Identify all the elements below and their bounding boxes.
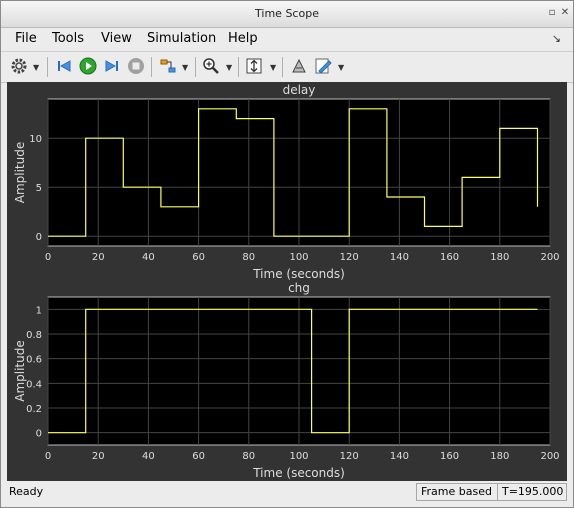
scope-svg: 0 20 40 60 80 100 120 140 160 180 2000510delayTime… (13, 83, 560, 480)
edit-style-icon[interactable] (313, 56, 333, 76)
x-tick-label: 40 (142, 451, 155, 462)
y-tick-label: 0.2 (26, 404, 42, 415)
x-tick-label: 200 (540, 451, 559, 462)
x-tick-label: 120 (340, 252, 359, 263)
y-tick-label: 1 (36, 305, 42, 316)
x-tick-label: 60 (192, 252, 205, 263)
x-tick-label: 140 (390, 451, 409, 462)
plot-title: delay (283, 83, 316, 97)
time-scope-window: Time Scope ▫ ✕ File Tools View Simulatio… (0, 0, 574, 508)
step-back-icon[interactable] (54, 56, 74, 76)
y-tick-label: 0.8 (26, 330, 42, 341)
x-tick-label: 180 (490, 252, 509, 263)
menu-bar: File Tools View Simulation Help ↘ (1, 28, 573, 50)
status-bar: Ready Frame based T=195.000 (1, 481, 573, 505)
x-tick-label: 20 (92, 451, 105, 462)
y-axis-label: Amplitude (13, 340, 27, 402)
menu-tools[interactable]: Tools (52, 31, 84, 46)
gear-dropdown-icon[interactable]: ▼ (33, 63, 39, 72)
plot-title: chg (288, 281, 310, 295)
menu-view[interactable]: View (101, 31, 132, 46)
undock-icon[interactable]: ↘ (552, 32, 561, 45)
x-tick-label: 160 (440, 252, 459, 263)
x-tick-label: 20 (92, 252, 105, 263)
x-tick-label: 120 (340, 451, 359, 462)
gear-icon[interactable] (9, 56, 29, 76)
run-icon[interactable] (78, 56, 98, 76)
menu-simulation[interactable]: Simulation (147, 31, 216, 46)
toolbar-separator (282, 57, 283, 77)
x-tick-label: 80 (242, 451, 255, 462)
title-bar: Time Scope ▫ ✕ (1, 1, 573, 28)
x-tick-label: 100 (289, 451, 308, 462)
x-tick-label: 100 (289, 252, 308, 263)
minimize-icon[interactable]: ▫ (546, 7, 558, 19)
x-tick-label: 0 (45, 252, 51, 263)
toolbar-separator (195, 57, 196, 77)
y-tick-label: 10 (29, 134, 42, 145)
stop-icon[interactable] (126, 56, 146, 76)
y-tick-label: 5 (36, 183, 42, 194)
zoom-in-icon[interactable] (201, 56, 221, 76)
zoom-dropdown-icon[interactable]: ▼ (226, 63, 232, 72)
y-tick-label: 0.6 (26, 355, 42, 366)
y-tick-label: 0.4 (26, 379, 42, 390)
x-tick-label: 0 (45, 451, 51, 462)
x-tick-label: 160 (440, 451, 459, 462)
menu-file[interactable]: File (15, 31, 37, 46)
toolbar-separator (151, 57, 152, 77)
close-icon[interactable]: ✕ (559, 7, 571, 19)
x-axis-label: Time (seconds) (252, 267, 345, 281)
toolbar: ▼ ▼ ▼ ▼ ▼ (1, 51, 573, 83)
x-tick-label: 40 (142, 252, 155, 263)
x-tick-label: 140 (390, 252, 409, 263)
x-tick-label: 180 (490, 451, 509, 462)
window-title: Time Scope (255, 7, 319, 20)
y-tick-label: 0 (36, 429, 42, 440)
highlight-dropdown-icon[interactable]: ▼ (182, 63, 188, 72)
toolbar-separator (47, 57, 48, 77)
x-tick-label: 60 (192, 451, 205, 462)
highlight-signal-icon[interactable] (158, 56, 178, 76)
y-tick-label: 0 (36, 232, 42, 243)
toolbar-separator (238, 57, 239, 77)
style-dropdown-icon[interactable]: ▼ (338, 63, 344, 72)
x-tick-label: 80 (242, 252, 255, 263)
x-axis-label: Time (seconds) (252, 466, 345, 480)
simulation-time: T=195.000 (497, 483, 567, 501)
restore-view-icon[interactable] (289, 56, 309, 76)
scope-display: 0 20 40 60 80 100 120 140 160 180 200 0 5 10 delay Time… (7, 82, 567, 481)
x-tick-label: 200 (540, 252, 559, 263)
frame-mode-indicator: Frame based (416, 483, 498, 501)
autoscale-dropdown-icon[interactable]: ▼ (270, 63, 276, 72)
menu-help[interactable]: Help (228, 31, 258, 46)
y-axis-label: Amplitude (13, 142, 27, 204)
step-forward-icon[interactable] (102, 56, 122, 76)
status-ready: Ready (9, 485, 44, 498)
autoscale-icon[interactable] (244, 56, 264, 76)
